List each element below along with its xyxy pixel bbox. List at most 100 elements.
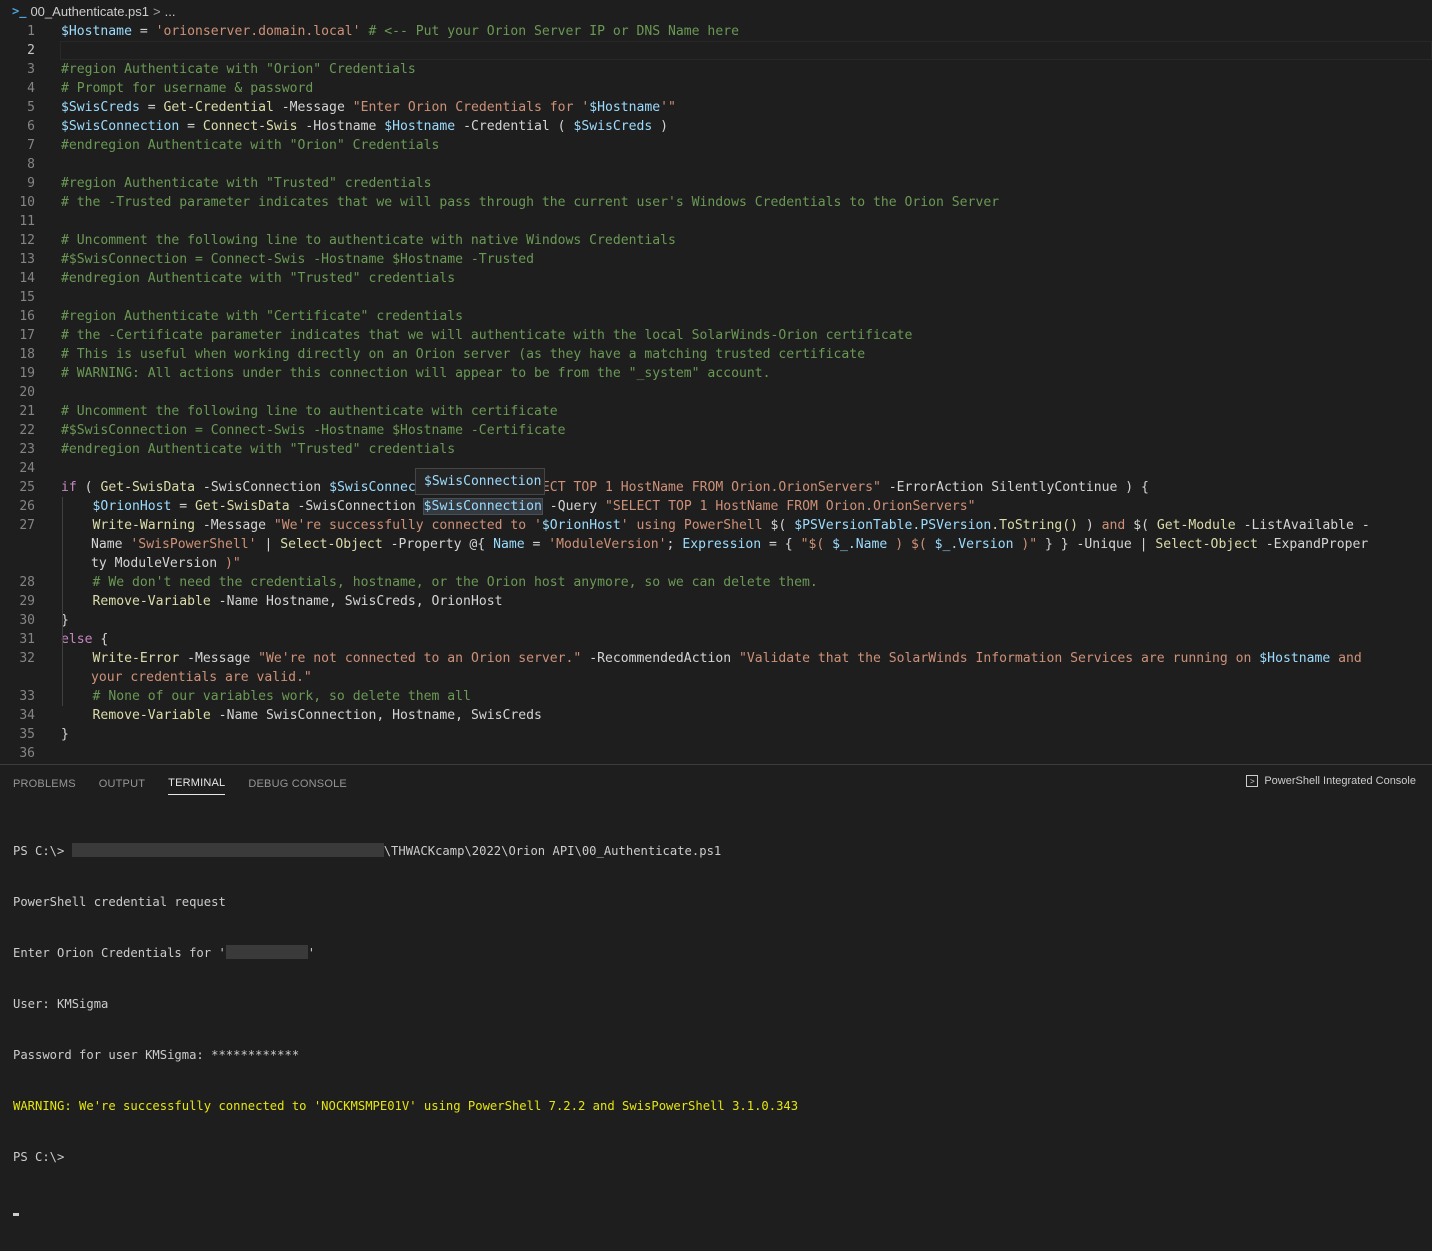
code-token: ' using PowerShell <box>620 518 771 533</box>
code-line[interactable]: 25 if ( Get-SwisData -SwisConnection $Swi… <box>0 478 1432 497</box>
line-number: 10 <box>19 195 35 210</box>
code-text[interactable]: Write-Error -Message "We're not connecte… <box>61 649 1372 687</box>
code-text[interactable]: Remove-Variable -Name SwisConnection, Ho… <box>61 706 1372 725</box>
code-token: )" <box>225 556 241 571</box>
code-text[interactable]: # We don't need the credentials, hostnam… <box>61 573 1372 592</box>
code-line[interactable]: 28 # We don't need the credentials, host… <box>0 573 1432 592</box>
code-text[interactable]: #endregion Authenticate with "Trusted" c… <box>61 440 1372 459</box>
code-token: # None of our variables work, so delete … <box>92 689 471 704</box>
line-number: 31 <box>19 632 35 647</box>
code-text[interactable]: #endregion Authenticate with "Trusted" c… <box>61 269 1372 288</box>
code-text[interactable]: # Prompt for username & password <box>61 79 1372 98</box>
code-line[interactable]: 18 # This is useful when working directly… <box>0 345 1432 364</box>
code-text[interactable]: # the -Trusted parameter indicates that … <box>61 193 1372 212</box>
code-token: "SELECT TOP 1 HostName FROM Orion.OrionS… <box>605 499 976 514</box>
code-text[interactable]: # This is useful when working directly o… <box>61 345 1372 364</box>
line-number: 16 <box>19 309 35 324</box>
bottom-panel: PROBLEMS OUTPUT TERMINAL DEBUG CONSOLE > Po… <box>0 764 1432 1216</box>
code-line[interactable]: 1 $Hostname = 'orionserver.domain.local' … <box>0 22 1432 41</box>
code-line[interactable]: 17 # the -Certificate parameter indicates… <box>0 326 1432 345</box>
code-token: $SwisCreds <box>61 100 140 115</box>
code-text[interactable]: #region Authenticate with "Orion" Creden… <box>61 60 1372 79</box>
code-token: -SwisConnection <box>195 480 330 495</box>
terminal-selector[interactable]: > PowerShell Integrated Console <box>1246 775 1416 787</box>
code-line[interactable]: 16 #region Authenticate with "Certificate… <box>0 307 1432 326</box>
code-token: # WARNING: All actions under this connec… <box>61 366 771 381</box>
code-text[interactable]: Remove-Variable -Name Hostname, SwisCred… <box>61 592 1372 611</box>
terminal-line-warning: WARNING: We're successfully connected to… <box>13 1099 799 1113</box>
code-text[interactable]: # Uncomment the following line to authen… <box>61 402 1372 421</box>
code-line[interactable]: 23 #endregion Authenticate with "Trusted"… <box>0 440 1432 459</box>
tab-terminal[interactable]: TERMINAL <box>168 771 226 795</box>
code-text[interactable]: Write-Warning -Message "We're successful… <box>61 516 1372 573</box>
breadcrumb-file[interactable]: 00_Authenticate.ps1 <box>30 4 149 19</box>
code-text[interactable]: $SwisConnection = Connect-Swis -Hostname… <box>61 117 1372 136</box>
tab-debug-console[interactable]: DEBUG CONSOLE <box>248 772 347 795</box>
code-line[interactable]: 32 Write-Error -Message "We're not conne… <box>0 649 1432 687</box>
code-line[interactable]: 5 $SwisCreds = Get-Credential -Message "E… <box>0 98 1432 117</box>
code-text[interactable]: } <box>61 725 1372 744</box>
code-line[interactable]: 13 #$SwisConnection = Connect-Swis -Hostn… <box>0 250 1432 269</box>
code-text[interactable]: #endregion Authenticate with "Orion" Cre… <box>61 136 1372 155</box>
code-line[interactable]: 20 <box>0 383 1432 402</box>
code-line[interactable]: 21 # Uncomment the following line to auth… <box>0 402 1432 421</box>
breadcrumb-ellipsis[interactable]: ... <box>165 4 176 19</box>
code-line[interactable]: 26 $OrionHost = Get-SwisData -SwisConnec… <box>0 497 1432 516</box>
code-line[interactable]: 29 Remove-Variable -Name Hostname, SwisC… <box>0 592 1432 611</box>
code-text[interactable]: #$SwisConnection = Connect-Swis -Hostnam… <box>61 250 1372 269</box>
line-number: 2 <box>27 43 35 58</box>
tab-problems[interactable]: PROBLEMS <box>13 772 76 795</box>
breadcrumb[interactable]: >_ 00_Authenticate.ps1 > ... <box>0 0 1432 22</box>
code-text[interactable]: #region Authenticate with "Trusted" cred… <box>61 174 1372 193</box>
code-line[interactable]: 36 <box>0 744 1432 763</box>
code-text[interactable]: # WARNING: All actions under this connec… <box>61 364 1372 383</box>
code-line[interactable]: 10 # the -Trusted parameter indicates tha… <box>0 193 1432 212</box>
code-line[interactable]: 4 # Prompt for username & password <box>0 79 1432 98</box>
code-text[interactable]: $Hostname = 'orionserver.domain.local' #… <box>61 22 1372 41</box>
code-text[interactable]: #$SwisConnection = Connect-Swis -Hostnam… <box>61 421 1372 440</box>
code-text[interactable]: } <box>61 611 1372 630</box>
code-line[interactable]: 22 #$SwisConnection = Connect-Swis -Hostn… <box>0 421 1432 440</box>
tab-output[interactable]: OUTPUT <box>99 772 145 795</box>
code-token: $( <box>770 518 795 533</box>
code-line[interactable]: 19 # WARNING: All actions under this conn… <box>0 364 1432 383</box>
code-line[interactable]: 33 # None of our variables work, so dele… <box>0 687 1432 706</box>
code-line[interactable]: 7 #endregion Authenticate with "Orion" Cr… <box>0 136 1432 155</box>
code-line[interactable]: 31 else { <box>0 630 1432 649</box>
code-text[interactable]: # None of our variables work, so delete … <box>61 687 1372 706</box>
code-text[interactable]: #region Authenticate with "Certificate" … <box>61 307 1372 326</box>
code-token: ) <box>652 119 669 134</box>
code-text[interactable]: else { <box>61 630 1372 649</box>
code-text[interactable]: $OrionHost = Get-SwisData -SwisConnectio… <box>61 497 1372 516</box>
code-line[interactable]: 11 <box>0 212 1432 231</box>
code-line[interactable]: 9 #region Authenticate with "Trusted" cre… <box>0 174 1432 193</box>
code-line[interactable]: 6 $SwisConnection = Connect-Swis -Hostnam… <box>0 117 1432 136</box>
line-number: 1 <box>27 24 35 39</box>
line-number: 21 <box>19 404 35 419</box>
code-token: -Credential ( <box>455 119 574 134</box>
code-line[interactable]: 14 #endregion Authenticate with "Trusted"… <box>0 269 1432 288</box>
code-line[interactable]: 34 Remove-Variable -Name SwisConnection,… <box>0 706 1432 725</box>
code-editor[interactable]: 1 $Hostname = 'orionserver.domain.local' … <box>0 22 1432 764</box>
terminal-icon: > <box>1246 775 1259 787</box>
code-token: # the -Certificate parameter indicates t… <box>61 328 913 343</box>
code-line[interactable]: 12 # Uncomment the following line to auth… <box>0 231 1432 250</box>
code-text[interactable]: # Uncomment the following line to authen… <box>61 231 1372 250</box>
terminal-line-user: User: KMSigma <box>13 997 109 1011</box>
code-line[interactable]: 30} <box>0 611 1432 630</box>
code-text[interactable]: # the -Certificate parameter indicates t… <box>61 326 1372 345</box>
code-line[interactable]: 15 <box>0 288 1432 307</box>
code-text[interactable]: if ( Get-SwisData -SwisConnection $SwisC… <box>61 478 1372 497</box>
terminal-output[interactable]: PS C:\> \THWACKcamp\2022\Orion API\00_Au… <box>13 809 1422 1251</box>
code-token: $_.Version <box>934 537 1014 552</box>
line-number: 24 <box>19 461 35 476</box>
code-line[interactable]: 8 <box>0 155 1432 174</box>
code-line[interactable]: 35} <box>0 725 1432 744</box>
code-line[interactable]: 3 #region Authenticate with "Orion" Crede… <box>0 60 1432 79</box>
code-line[interactable]: 24 <box>0 459 1432 478</box>
code-line[interactable]: 2 <box>0 41 1432 60</box>
code-line[interactable]: 27 Write-Warning -Message "We're success… <box>0 516 1432 573</box>
code-text[interactable]: $SwisCreds = Get-Credential -Message "En… <box>61 98 1372 117</box>
